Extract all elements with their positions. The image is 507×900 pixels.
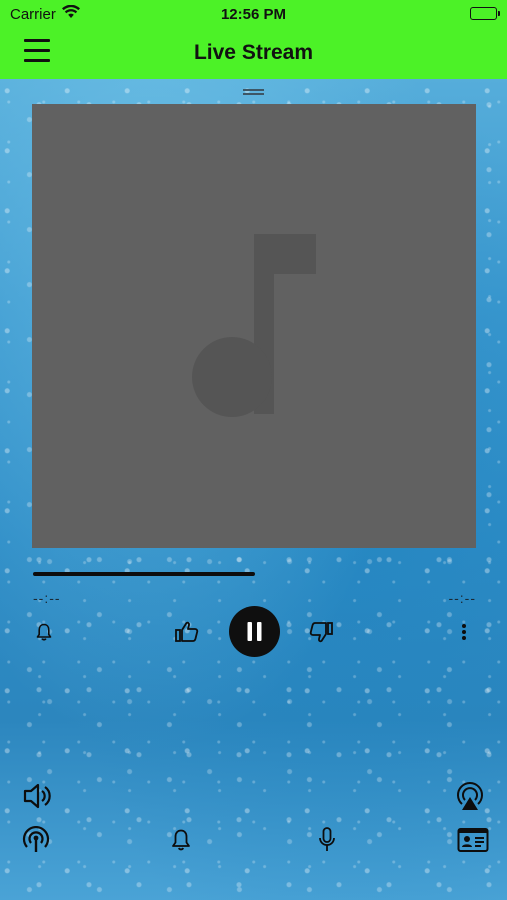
airplay-icon[interactable]: [454, 780, 486, 817]
pause-icon: [247, 622, 262, 641]
thumbs-down-icon[interactable]: [308, 620, 334, 649]
music-note-icon: [192, 234, 316, 417]
battery-icon: [470, 7, 500, 20]
status-bar: Carrier 12:56 PM: [0, 0, 507, 28]
bell-icon[interactable]: [34, 622, 54, 647]
progress-bar[interactable]: [33, 572, 477, 576]
thumbs-up-icon[interactable]: [174, 620, 200, 649]
contact-card-icon[interactable]: [457, 827, 489, 858]
clock: 12:56 PM: [220, 6, 287, 23]
nav-bar: Live Stream: [0, 28, 507, 79]
bell-icon-bottom[interactable]: [170, 828, 192, 857]
album-artwork: [32, 104, 476, 548]
progress-fill: [33, 572, 255, 576]
time-remaining: --:--: [448, 590, 476, 606]
time-elapsed: --:--: [33, 590, 61, 606]
drag-handle[interactable]: [243, 89, 264, 97]
page-title: Live Stream: [193, 41, 314, 64]
more-vertical-icon[interactable]: [460, 622, 468, 647]
pause-button[interactable]: [229, 606, 280, 657]
volume-icon[interactable]: [22, 781, 54, 816]
broadcast-icon[interactable]: [22, 825, 50, 859]
microphone-icon[interactable]: [316, 826, 338, 859]
